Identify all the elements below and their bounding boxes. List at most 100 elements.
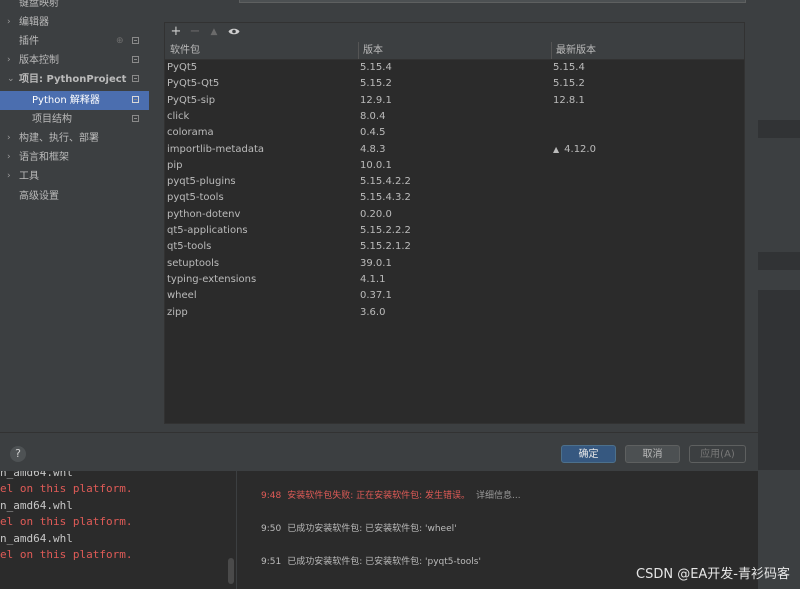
watermark-text: CSDN @EA开发-青衫码客 bbox=[636, 567, 790, 582]
editor-band bbox=[758, 120, 800, 138]
terminal-scrollbar[interactable] bbox=[228, 558, 234, 584]
package-version-cell: 5.15.2.1.2 bbox=[360, 241, 411, 253]
package-version-cell: 5.15.4.2.2 bbox=[360, 176, 411, 188]
package-version-cell: 3.6.0 bbox=[360, 306, 386, 318]
package-name-cell: PyQt5-Qt5 bbox=[167, 78, 220, 90]
package-row[interactable]: typing-extensions 4.1.1 bbox=[165, 272, 744, 288]
event-time: 9:50 bbox=[261, 524, 282, 534]
package-row[interactable]: zipp 3.6.0 bbox=[165, 305, 744, 321]
column-header-latest[interactable]: 最新版本 bbox=[551, 42, 744, 59]
sidebar-item-editor[interactable]: › 编辑器 bbox=[0, 13, 149, 32]
upgrade-available-icon: ▲ bbox=[553, 144, 560, 154]
terminal-line: n_amd64.whl bbox=[0, 499, 73, 512]
package-name-cell: click bbox=[167, 110, 190, 122]
package-row[interactable]: PyQt5-Qt5 5.15.2 5.15.2 bbox=[165, 76, 744, 92]
package-row[interactable]: qt5-tools 5.15.2.1.2 bbox=[165, 239, 744, 255]
event-message: 已成功安装软件包: 已安装软件包: 'wheel' bbox=[287, 524, 457, 534]
chevron-down-icon[interactable]: ⌄ bbox=[7, 70, 15, 89]
package-row[interactable]: click 8.0.4 bbox=[165, 109, 744, 125]
package-row[interactable]: pyqt5-plugins 5.15.4.2.2 bbox=[165, 174, 744, 190]
project-scope-icon bbox=[132, 115, 139, 122]
package-version-cell: 0.37.1 bbox=[360, 290, 392, 302]
panel-divider[interactable] bbox=[236, 470, 237, 589]
package-version-cell: 4.8.3 bbox=[360, 143, 386, 155]
upgrade-package-button[interactable]: ▲ bbox=[206, 24, 222, 40]
sidebar-item-label: 高级设置 bbox=[19, 191, 59, 202]
terminal-line: el on this platform. bbox=[0, 515, 133, 528]
terminal-line: el on this platform. bbox=[0, 482, 133, 495]
package-version-cell: 0.4.5 bbox=[360, 127, 386, 139]
sidebar-item-label: Python 解释器 bbox=[32, 95, 100, 106]
package-name-cell: zipp bbox=[167, 306, 188, 318]
package-name-cell: pip bbox=[167, 159, 183, 171]
terminal-panel[interactable]: n_amd64.whl el on this platform. n_amd64… bbox=[0, 466, 235, 589]
interpreter-selector[interactable] bbox=[239, 0, 746, 3]
package-row[interactable]: colorama 0.4.5 bbox=[165, 125, 744, 141]
package-row[interactable]: wheel 0.37.1 bbox=[165, 288, 744, 304]
chevron-right-icon[interactable]: › bbox=[7, 51, 11, 70]
sidebar-item-project[interactable]: ⌄ 项目: PythonProject bbox=[0, 70, 149, 89]
interpreter-settings-panel: + − ▲ 软件包 版本 最新版本 PyQt5 5.15.4 5.15.4 PyQt5… bbox=[149, 0, 758, 432]
package-row[interactable]: qt5-applications 5.15.2.2.2 bbox=[165, 223, 744, 239]
package-version-cell: 8.0.4 bbox=[360, 110, 386, 122]
chevron-right-icon[interactable]: › bbox=[7, 167, 11, 186]
package-version-cell: 5.15.4 bbox=[360, 62, 392, 73]
sidebar-item-project-structure[interactable]: 项目结构 bbox=[0, 110, 149, 129]
event-message: 安装软件包失败: 正在安装软件包: 发生错误。 bbox=[287, 491, 471, 501]
apply-button[interactable]: 应用(A) bbox=[689, 445, 746, 463]
package-version-cell: 5.15.2 bbox=[360, 78, 392, 90]
package-version-cell: 0.20.0 bbox=[360, 208, 392, 220]
sidebar-item-vcs[interactable]: › 版本控制 bbox=[0, 51, 149, 70]
package-toolbar: + − ▲ bbox=[165, 23, 744, 42]
sidebar-item-advanced[interactable]: 高级设置 bbox=[0, 187, 149, 206]
cancel-button[interactable]: 取消 bbox=[625, 445, 680, 463]
sidebar-item-label: 构建、执行、部署 bbox=[19, 133, 99, 144]
column-header-package[interactable]: 软件包 bbox=[165, 42, 358, 59]
package-version-cell: 5.15.2.2.2 bbox=[360, 225, 411, 236]
column-header-version[interactable]: 版本 bbox=[358, 42, 551, 59]
sidebar-item-keymap[interactable]: 键盘映射 bbox=[0, 0, 149, 13]
package-name-cell: wheel bbox=[167, 290, 197, 302]
event-details-link[interactable]: 详细信息... bbox=[476, 491, 521, 501]
package-row[interactable]: python-dotenv 0.20.0 bbox=[165, 207, 744, 223]
add-package-button[interactable]: + bbox=[168, 24, 184, 40]
package-name-cell: setuptools bbox=[167, 257, 220, 269]
sidebar-item-plugins[interactable]: 插件 ⊕ bbox=[0, 32, 149, 51]
editor-band bbox=[758, 252, 800, 270]
show-early-releases-button[interactable] bbox=[226, 24, 242, 40]
sidebar-item-label: 项目结构 bbox=[32, 114, 72, 125]
editor-band bbox=[758, 290, 800, 470]
remove-package-button[interactable]: − bbox=[187, 24, 203, 40]
latest-version-text: 5.15.2 bbox=[553, 78, 585, 90]
sidebar-item-build[interactable]: › 构建、执行、部署 bbox=[0, 129, 149, 148]
project-scope-icon bbox=[132, 75, 139, 82]
package-version-cell: 39.0.1 bbox=[360, 257, 392, 269]
terminal-line: el on this platform. bbox=[0, 548, 133, 561]
package-row[interactable]: PyQt5 5.15.4 5.15.4 bbox=[165, 60, 744, 76]
chevron-right-icon[interactable]: › bbox=[7, 129, 11, 148]
dialog-footer: ? 确定 取消 应用(A) bbox=[0, 432, 758, 471]
package-version-cell: 12.9.1 bbox=[360, 94, 392, 106]
package-table-panel: + − ▲ 软件包 版本 最新版本 PyQt5 5.15.4 5.15.4 PyQt5… bbox=[164, 22, 745, 424]
package-row[interactable]: importlib-metadata 4.8.3 ▲ 4.12.0 bbox=[165, 142, 744, 158]
package-row[interactable]: pyqt5-tools 5.15.4.3.2 bbox=[165, 190, 744, 206]
sidebar-item-python-interpreter[interactable]: Python 解释器 bbox=[0, 91, 149, 110]
ok-button[interactable]: 确定 bbox=[561, 445, 616, 463]
package-name-cell: qt5-applications bbox=[167, 225, 248, 236]
settings-sidebar: 键盘映射 › 编辑器 插件 ⊕ › 版本控制 ⌄ 项目: PythonProje… bbox=[0, 0, 149, 432]
help-button[interactable]: ? bbox=[10, 446, 26, 462]
package-name-cell: PyQt5 bbox=[167, 62, 198, 73]
package-row[interactable]: pip 10.0.1 bbox=[165, 158, 744, 174]
package-row[interactable]: PyQt5-sip 12.9.1 12.8.1 bbox=[165, 93, 744, 109]
package-name-cell: pyqt5-plugins bbox=[167, 176, 236, 188]
sidebar-item-languages[interactable]: › 语言和框架 bbox=[0, 148, 149, 167]
terminal-line: n_amd64.whl bbox=[0, 532, 73, 545]
eye-icon bbox=[228, 28, 240, 35]
package-row[interactable]: setuptools 39.0.1 bbox=[165, 256, 744, 272]
package-name-cell: qt5-tools bbox=[167, 241, 212, 253]
sidebar-item-label: 项目: PythonProject bbox=[19, 74, 127, 85]
sidebar-item-tools[interactable]: › 工具 bbox=[0, 167, 149, 186]
chevron-right-icon[interactable]: › bbox=[7, 148, 11, 167]
package-latest-cell: 12.8.1 bbox=[553, 93, 585, 109]
chevron-right-icon[interactable]: › bbox=[7, 13, 11, 32]
